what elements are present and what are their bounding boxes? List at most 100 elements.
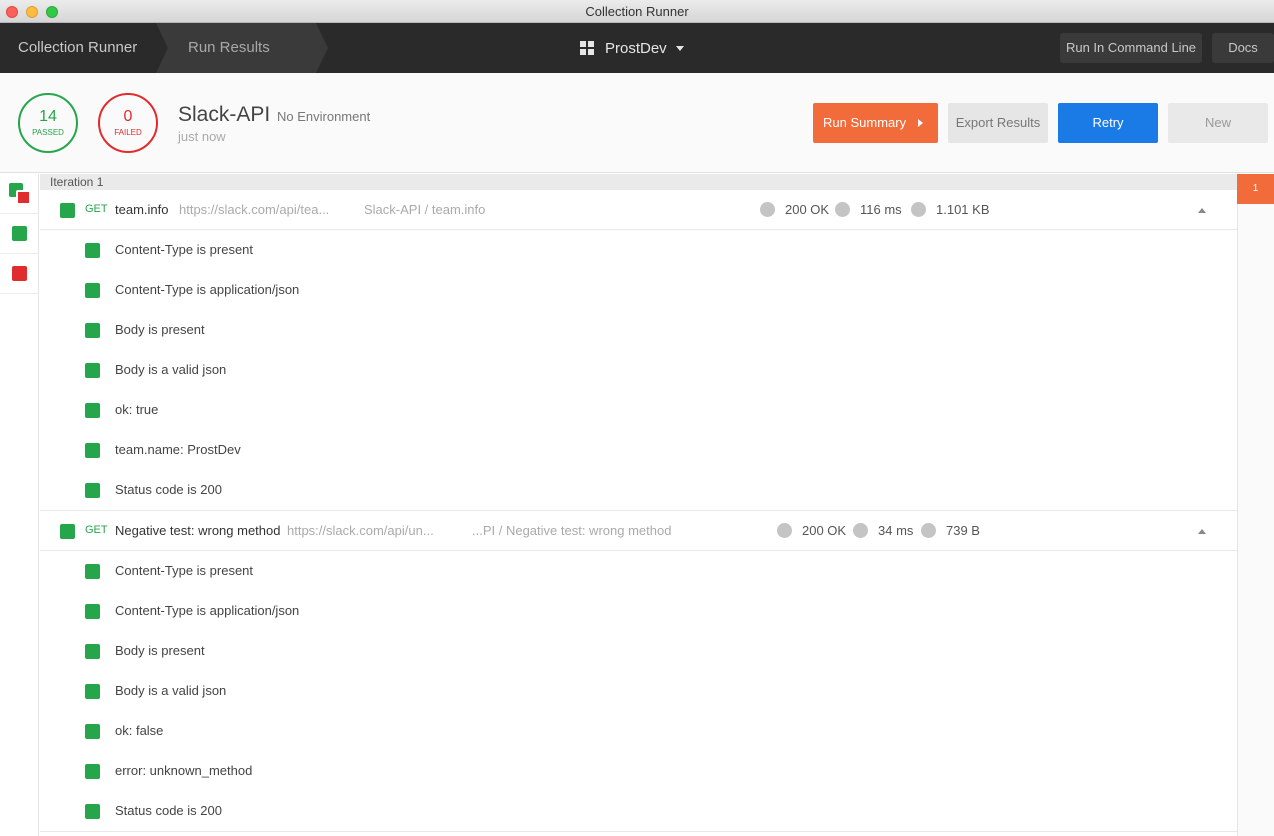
passed-label: PASSED (32, 128, 64, 137)
breadcrumb-collection-runner[interactable]: Collection Runner (0, 23, 156, 73)
response-status: 200 OK (760, 202, 829, 217)
test-name: Body is a valid json (115, 683, 227, 698)
new-button[interactable]: New (1168, 103, 1268, 143)
passed-count: 14 (39, 108, 57, 125)
test-result: Content-Type is present (40, 551, 1237, 591)
failed-square-icon (16, 190, 31, 205)
pass-square-icon (85, 724, 100, 739)
retry-button[interactable]: Retry (1058, 103, 1158, 143)
size-dot-icon (921, 523, 936, 538)
size-dot-icon (911, 202, 926, 217)
status-dot-icon (777, 523, 792, 538)
time-dot-icon (835, 202, 850, 217)
size-text: 1.101 KB (936, 202, 990, 217)
request-path: Slack-API / team.info (364, 202, 486, 217)
pass-square-icon (85, 644, 100, 659)
status-dot-icon (760, 202, 775, 217)
time-dot-icon (853, 523, 868, 538)
environment-label: No Environment (277, 109, 371, 124)
test-name: ok: false (115, 723, 164, 738)
collapse-icon[interactable] (1198, 529, 1206, 534)
test-name: Body is a valid json (115, 362, 227, 377)
pass-square-icon (85, 283, 100, 298)
run-summary-bar: 14 PASSED 0 FAILED Slack-API No Environm… (0, 73, 1274, 173)
workspace-grid-icon (580, 41, 594, 55)
response-status: 200 OK (777, 523, 846, 538)
divider (40, 831, 1237, 832)
test-name: Content-Type is present (115, 563, 254, 578)
request-method: GET (85, 203, 108, 215)
request-url: https://slack.com/api/un... (287, 523, 434, 538)
test-name: Content-Type is application/json (115, 603, 300, 618)
test-result: Body is a valid json (40, 671, 1237, 711)
request-row[interactable]: GET team.info https://slack.com/api/tea.… (40, 190, 1237, 230)
failed-count-circle: 0 FAILED (98, 93, 158, 153)
run-time: just now (178, 129, 226, 144)
test-result: Content-Type is present (40, 230, 1237, 270)
status-text: 200 OK (785, 202, 830, 217)
request-name: team.info (115, 202, 169, 217)
caret-right-icon (918, 119, 923, 127)
test-result: error: unknown_method (40, 751, 1237, 791)
response-size: 1.101 KB (911, 202, 990, 217)
test-result: Body is present (40, 631, 1237, 671)
test-result: Status code is 200 (40, 470, 1237, 510)
pass-square-icon (85, 443, 100, 458)
run-in-command-line-button[interactable]: Run In Command Line (1060, 33, 1202, 63)
collection-name: Slack-API (178, 103, 271, 126)
filter-all[interactable] (0, 174, 39, 214)
test-name: Content-Type is application/json (115, 282, 300, 297)
request-name: Negative test: wrong method (115, 523, 281, 538)
pass-square-icon (85, 804, 100, 819)
request-path: ...PI / Negative test: wrong method (472, 523, 672, 538)
passed-square-icon (12, 226, 27, 241)
test-name: Status code is 200 (115, 482, 222, 497)
status-square-icon (60, 203, 75, 218)
test-result: Status code is 200 (40, 791, 1237, 831)
test-result: Body is a valid json (40, 350, 1237, 390)
export-results-button[interactable]: Export Results (948, 103, 1048, 143)
test-result: Body is present (40, 310, 1237, 350)
workspace-selector[interactable]: ProstDev (580, 38, 684, 58)
test-result: Content-Type is application/json (40, 270, 1237, 310)
window-title: Collection Runner (585, 4, 689, 19)
collapse-icon[interactable] (1198, 208, 1206, 213)
response-time: 116 ms (835, 202, 902, 217)
failed-count: 0 (123, 108, 133, 125)
filter-passed[interactable] (0, 214, 39, 254)
pass-square-icon (85, 564, 100, 579)
test-result: ok: true (40, 390, 1237, 430)
pass-square-icon (85, 363, 100, 378)
failed-label: FAILED (114, 128, 142, 137)
pass-square-icon (85, 604, 100, 619)
pass-square-icon (85, 684, 100, 699)
test-name: Body is present (115, 643, 205, 658)
test-name: Body is present (115, 322, 205, 337)
app-header: Collection Runner Run Results ProstDev R… (0, 23, 1274, 73)
iteration-header: Iteration 1 (40, 174, 1237, 190)
result-filter-gutter (0, 174, 39, 836)
breadcrumb-run-results[interactable]: Run Results (156, 23, 328, 73)
status-square-icon (60, 524, 75, 539)
filter-failed[interactable] (0, 254, 39, 294)
test-result: Content-Type is application/json (40, 591, 1237, 631)
run-summary-button[interactable]: Run Summary (813, 103, 938, 143)
response-time: 34 ms (853, 523, 913, 538)
test-name: error: unknown_method (115, 763, 253, 778)
test-name: team.name: ProstDev (115, 442, 241, 457)
request-row[interactable]: GET Negative test: wrong method https://… (40, 511, 1237, 551)
pass-square-icon (85, 243, 100, 258)
run-summary-label: Run Summary (823, 115, 907, 130)
passed-count-circle: 14 PASSED (18, 93, 78, 153)
pass-square-icon (85, 764, 100, 779)
iteration-scrollbar[interactable] (1237, 174, 1274, 836)
failed-square-icon (12, 266, 27, 281)
pass-square-icon (85, 403, 100, 418)
test-result: ok: false (40, 711, 1237, 751)
pass-square-icon (85, 323, 100, 338)
iteration-marker[interactable]: 1 (1237, 174, 1274, 204)
docs-button[interactable]: Docs (1212, 33, 1274, 63)
test-result: team.name: ProstDev (40, 430, 1237, 470)
test-name: ok: true (115, 402, 159, 417)
request-method: GET (85, 524, 108, 536)
